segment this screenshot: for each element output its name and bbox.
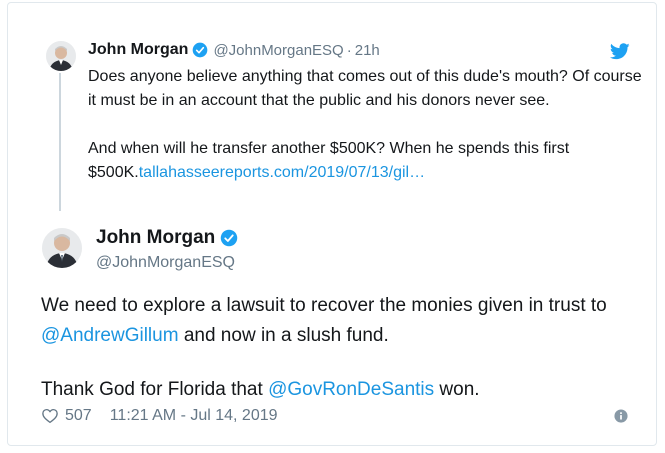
reply-paragraph-1: Does anyone believe anything that comes … [88,68,642,109]
reply-tweet-time[interactable]: 21h [355,42,380,59]
info-icon[interactable] [614,409,628,423]
main-author-name[interactable]: John Morgan [96,227,215,249]
reply-author-handle[interactable]: @JohnMorganESQ [213,42,343,59]
main-author-handle[interactable]: @JohnMorganESQ [96,254,238,272]
main-paragraph-1-suffix: and now in a slush fund. [178,325,389,346]
main-author-avatar[interactable] [42,228,82,268]
main-paragraph-2-prefix: Thank God for Florida that [41,379,269,400]
main-tweet-text: We need to explore a lawsuit to recover … [41,291,651,405]
main-paragraph-2-suffix: won. [434,379,480,400]
reply-tweet-header: John Morgan @JohnMorganESQ · 21h [88,41,380,59]
reply-author-name[interactable]: John Morgan [88,41,188,59]
reply-tweet-text: Does anyone believe anything that comes … [88,65,648,185]
main-paragraph-2: Thank God for Florida that @GovRonDeSant… [41,375,651,405]
mention-andrewgillum[interactable]: @AndrewGillum [41,325,179,346]
tweet-footer: 507 11:21 AM - Jul 14, 2019 [41,407,278,425]
verified-badge-icon [192,42,208,58]
heart-icon[interactable] [41,407,59,425]
reply-paragraph-2: And when will he transfer another $500K?… [88,137,648,185]
embedded-tweet-card: John Morgan @JohnMorganESQ · 21h Does an… [7,2,657,446]
main-paragraph-1: We need to explore a lawsuit to recover … [41,291,651,351]
thread-connector-line [59,73,61,211]
like-count[interactable]: 507 [65,407,92,425]
header-separator: · [346,41,352,59]
mention-govrondesantis[interactable]: @GovRonDeSantis [268,379,434,400]
reply-author-avatar[interactable] [46,41,76,71]
verified-badge-icon [220,229,238,247]
main-tweet-header: John Morgan @JohnMorganESQ [96,227,238,272]
twitter-bird-icon[interactable] [610,43,630,60]
main-paragraph-1-prefix: We need to explore a lawsuit to recover … [41,295,607,316]
tweet-timestamp[interactable]: 11:21 AM - Jul 14, 2019 [110,407,278,425]
article-link[interactable]: tallahasseereports.com/2019/07/13/gil… [139,164,425,181]
